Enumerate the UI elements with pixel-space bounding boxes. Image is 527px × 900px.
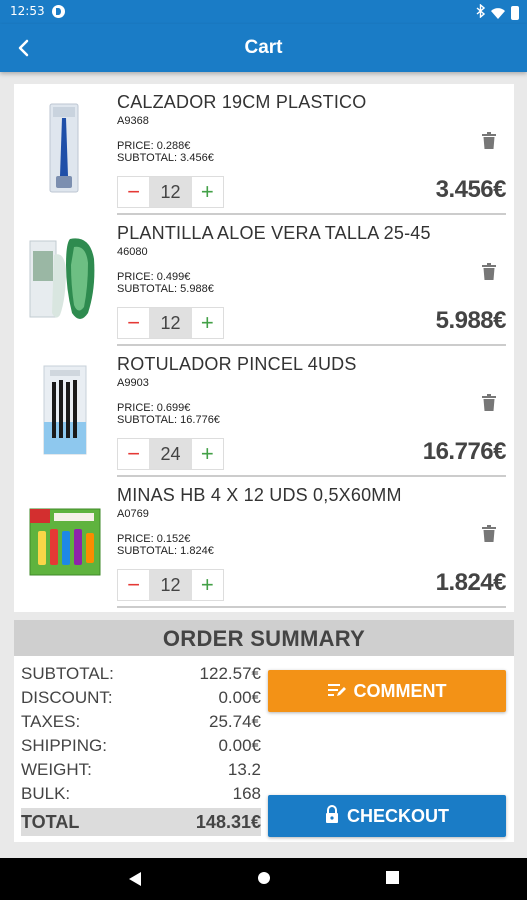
summary-value: 168 (232, 784, 261, 803)
total-value: 148.31€ (195, 812, 261, 832)
trash-icon[interactable] (482, 263, 496, 280)
product-price: PRICE: 0.288€ (117, 140, 191, 152)
cart-item: PLANTILLA ALOE VERA TALLA 25-45 46080 PR… (14, 215, 514, 346)
google-icon (52, 5, 65, 18)
summary-label: SUBTOTAL: (21, 664, 114, 683)
product-name: ROTULADOR PINCEL 4UDS (117, 354, 357, 374)
summary-value: 122.57€ (199, 664, 261, 683)
quantity-stepper: − 12 + (117, 569, 224, 601)
line-total: 3.456€ (435, 176, 507, 203)
order-summary: ORDER SUMMARY SUBTOTAL: 122.57€ DISCOUNT… (14, 620, 514, 842)
summary-row-subtotal: SUBTOTAL: 122.57€ (21, 662, 261, 686)
summary-label: WEIGHT: (21, 760, 92, 779)
summary-row-taxes: TAXES: 25.74€ (21, 710, 261, 734)
cart-item: CALZADOR 19CM PLASTICO A9368 PRICE: 0.28… (14, 84, 514, 215)
product-name: CALZADOR 19CM PLASTICO (117, 92, 367, 112)
summary-rows: SUBTOTAL: 122.57€ DISCOUNT: 0.00€ TAXES:… (21, 662, 261, 836)
recents-nav-icon[interactable] (386, 871, 399, 889)
line-total: 16.776€ (422, 438, 507, 465)
checkout-label: CHECKOUT (347, 805, 449, 826)
home-nav-icon[interactable] (257, 871, 271, 890)
summary-value: 0.00€ (218, 736, 261, 755)
quantity-value[interactable]: 24 (149, 439, 192, 469)
cart-item: MINAS HB 4 X 12 UDS 0,5X60MM A0769 PRICE… (14, 477, 514, 608)
product-subtotal: SUBTOTAL: 3.456€ (117, 152, 214, 164)
product-image-shoehorn (26, 98, 102, 198)
summary-row-shipping: SHIPPING: 0.00€ (21, 734, 261, 758)
back-nav-icon[interactable] (128, 871, 142, 892)
product-subtotal: SUBTOTAL: 5.988€ (117, 283, 214, 295)
summary-row-total: TOTAL 148.31€ (21, 808, 261, 836)
product-name: MINAS HB 4 X 12 UDS 0,5X60MM (117, 485, 402, 505)
product-ref: A9368 (117, 115, 149, 127)
decrease-quantity-button[interactable]: − (118, 308, 149, 338)
quantity-value[interactable]: 12 (149, 308, 192, 338)
comment-button[interactable]: COMMENT (268, 670, 506, 712)
decrease-quantity-button[interactable]: − (118, 177, 149, 207)
lock-icon (325, 804, 339, 828)
quantity-stepper: − 12 + (117, 176, 224, 208)
summary-value: 0.00€ (218, 688, 261, 707)
quantity-value[interactable]: 12 (149, 177, 192, 207)
product-image-insole (26, 229, 102, 329)
summary-label: SHIPPING: (21, 736, 107, 755)
line-total: 5.988€ (435, 307, 507, 334)
quantity-stepper: − 24 + (117, 438, 224, 470)
line-total: 1.824€ (435, 569, 507, 596)
increase-quantity-button[interactable]: + (192, 177, 223, 207)
summary-label: TAXES: (21, 712, 81, 731)
summary-value: 13.2 (227, 760, 261, 779)
product-subtotal: SUBTOTAL: 1.824€ (117, 545, 214, 557)
product-ref: A0769 (117, 508, 149, 520)
increase-quantity-button[interactable]: + (192, 570, 223, 600)
order-summary-title: ORDER SUMMARY (14, 620, 514, 656)
summary-label: DISCOUNT: (21, 688, 113, 707)
quantity-stepper: − 12 + (117, 307, 224, 339)
summary-label: BULK: (21, 784, 71, 803)
cart-list: CALZADOR 19CM PLASTICO A9368 PRICE: 0.28… (14, 84, 514, 612)
cart-item: ROTULADOR PINCEL 4UDS A9903 PRICE: 0.699… (14, 346, 514, 477)
trash-icon[interactable] (482, 525, 496, 542)
bluetooth-icon (476, 3, 486, 21)
app-bar: Cart (0, 24, 527, 72)
decrease-quantity-button[interactable]: − (118, 570, 149, 600)
product-price: PRICE: 0.152€ (117, 533, 191, 545)
status-time: 12:53 (10, 4, 45, 18)
system-nav-bar (0, 858, 527, 900)
increase-quantity-button[interactable]: + (192, 439, 223, 469)
divider (117, 606, 506, 608)
product-subtotal: SUBTOTAL: 16.776€ (117, 414, 220, 426)
wifi-icon (491, 7, 505, 19)
product-ref: 46080 (117, 246, 148, 258)
checkout-button[interactable]: CHECKOUT (268, 795, 506, 837)
summary-value: 25.74€ (209, 712, 261, 731)
product-price: PRICE: 0.499€ (117, 271, 191, 283)
summary-row-bulk: BULK: 168 (21, 782, 261, 806)
quantity-value[interactable]: 12 (149, 570, 192, 600)
comment-icon (327, 681, 346, 702)
comment-label: COMMENT (353, 680, 447, 701)
decrease-quantity-button[interactable]: − (118, 439, 149, 469)
increase-quantity-button[interactable]: + (192, 308, 223, 338)
trash-icon[interactable] (482, 394, 496, 411)
summary-row-discount: DISCOUNT: 0.00€ (21, 686, 261, 710)
product-image-pencil-leads (26, 491, 102, 591)
page-title: Cart (244, 37, 283, 58)
status-icons (476, 3, 519, 21)
summary-row-weight: WEIGHT: 13.2 (21, 758, 261, 782)
product-ref: A9903 (117, 377, 149, 389)
battery-icon (511, 5, 519, 20)
total-label: TOTAL (21, 812, 80, 832)
status-bar: 12:53 (0, 0, 527, 24)
product-price: PRICE: 0.699€ (117, 402, 191, 414)
product-image-brush-markers (26, 360, 102, 460)
trash-icon[interactable] (482, 132, 496, 149)
product-name: PLANTILLA ALOE VERA TALLA 25-45 (117, 223, 431, 243)
